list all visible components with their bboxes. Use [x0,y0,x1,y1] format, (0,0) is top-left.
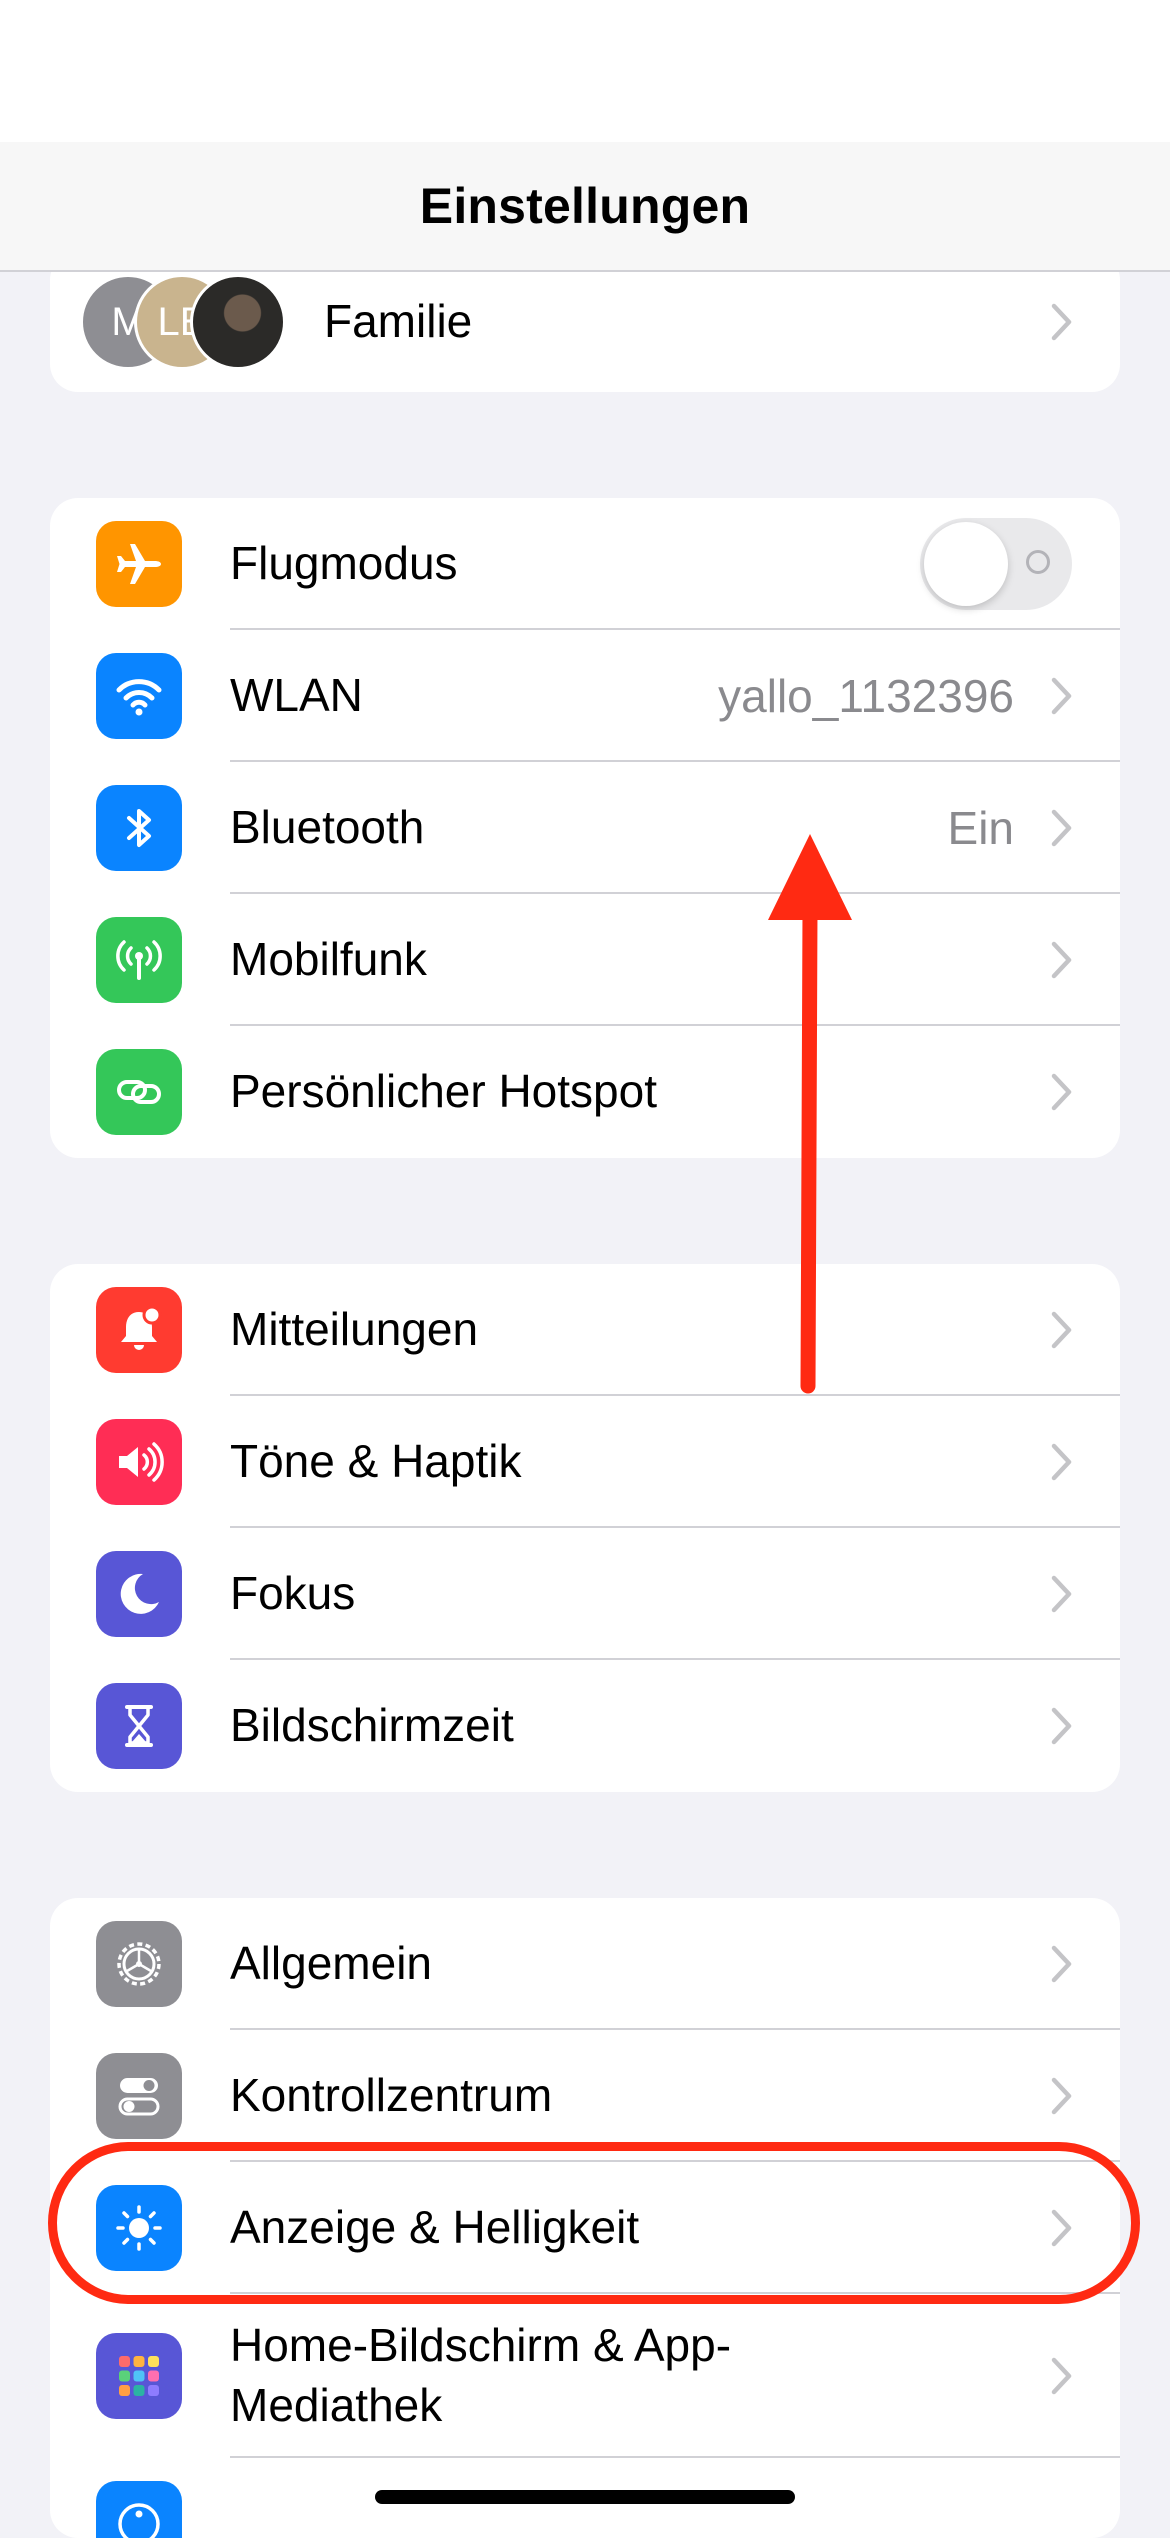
mobile-data-label: Mobilfunk [230,933,427,986]
airplane-mode-row[interactable]: Flugmodus [50,498,1120,630]
focus-row[interactable]: Fokus [50,1528,1120,1660]
family-avatars: M LE [80,274,320,370]
airplane-mode-label: Flugmodus [230,537,458,590]
wlan-label: WLAN [230,669,363,722]
status-bar [0,0,1170,142]
screen-time-label: Bildschirmzeit [230,1699,514,1752]
gear-icon [96,1921,182,2007]
general-label: Allgemein [230,1937,432,1990]
control-center-label: Kontrollzentrum [230,2069,553,2122]
home-screen-row[interactable]: Home-Bildschirm & App-Mediathek [50,2294,1120,2458]
personal-hotspot-row[interactable]: Persönlicher Hotspot [50,1026,1120,1158]
chevron-right-icon [1050,2356,1074,2396]
general-row[interactable]: Allgemein [50,1898,1120,2030]
accessibility-icon [96,2481,182,2538]
bluetooth-status-value: Ein [947,802,1014,854]
moon-icon [96,1551,182,1637]
wlan-network-value: yallo_1132396 [718,670,1014,722]
wlan-row[interactable]: WLAN yallo_1132396 [50,630,1120,762]
mobile-data-row[interactable]: Mobilfunk [50,894,1120,1026]
bluetooth-row[interactable]: Bluetooth Ein [50,762,1120,894]
speaker-icon [96,1419,182,1505]
bluetooth-label: Bluetooth [230,801,425,854]
wifi-icon [96,653,182,739]
family-label: Familie [324,295,473,348]
chevron-right-icon [1050,1574,1074,1614]
sounds-haptics-label: Töne & Haptik [230,1435,522,1488]
chevron-right-icon [1050,940,1074,980]
airplane-icon [96,521,182,607]
notifications-label: Mitteilungen [230,1303,479,1356]
notifications-row[interactable]: Mitteilungen [50,1264,1120,1396]
focus-label: Fokus [230,1567,356,1620]
chevron-right-icon [1050,1706,1074,1746]
toggle-off-indicator [1026,550,1050,574]
bluetooth-icon [96,785,182,871]
chevron-right-icon [1050,676,1074,716]
connectivity-group: Flugmodus WLAN yallo_1132396 Bluetooth E… [50,498,1120,1158]
switches-icon [96,2053,182,2139]
antenna-icon [96,917,182,1003]
toggle-knob [924,522,1008,606]
screen-time-row[interactable]: Bildschirmzeit [50,1660,1120,1792]
personal-hotspot-label: Persönlicher Hotspot [230,1065,657,1118]
navigation-bar: Einstellungen [0,142,1170,272]
chevron-right-icon [1050,808,1074,848]
family-group: M LE Familie [50,252,1120,392]
notifications-group: Mitteilungen Töne & Haptik Fokus Bildsch… [50,1264,1120,1792]
page-title: Einstellungen [419,178,751,234]
app-grid-icon [96,2333,182,2419]
airplane-mode-toggle[interactable] [920,518,1072,610]
link-icon [96,1049,182,1135]
family-row[interactable]: M LE Familie [50,252,1120,392]
home-indicator[interactable] [375,2490,795,2504]
chevron-right-icon [1050,1944,1074,1984]
chevron-right-icon [1050,1442,1074,1482]
hourglass-icon [96,1683,182,1769]
chevron-right-icon [1050,302,1074,342]
chevron-right-icon [1050,2076,1074,2116]
home-screen-label: Home-Bildschirm & App-Mediathek [230,2319,732,2431]
avatar-photo [190,274,286,370]
chevron-right-icon [1050,1072,1074,1112]
chevron-right-icon [1050,1310,1074,1350]
bell-icon [96,1287,182,1373]
annotation-highlight-ellipse [48,2142,1140,2304]
sounds-haptics-row[interactable]: Töne & Haptik [50,1396,1120,1528]
